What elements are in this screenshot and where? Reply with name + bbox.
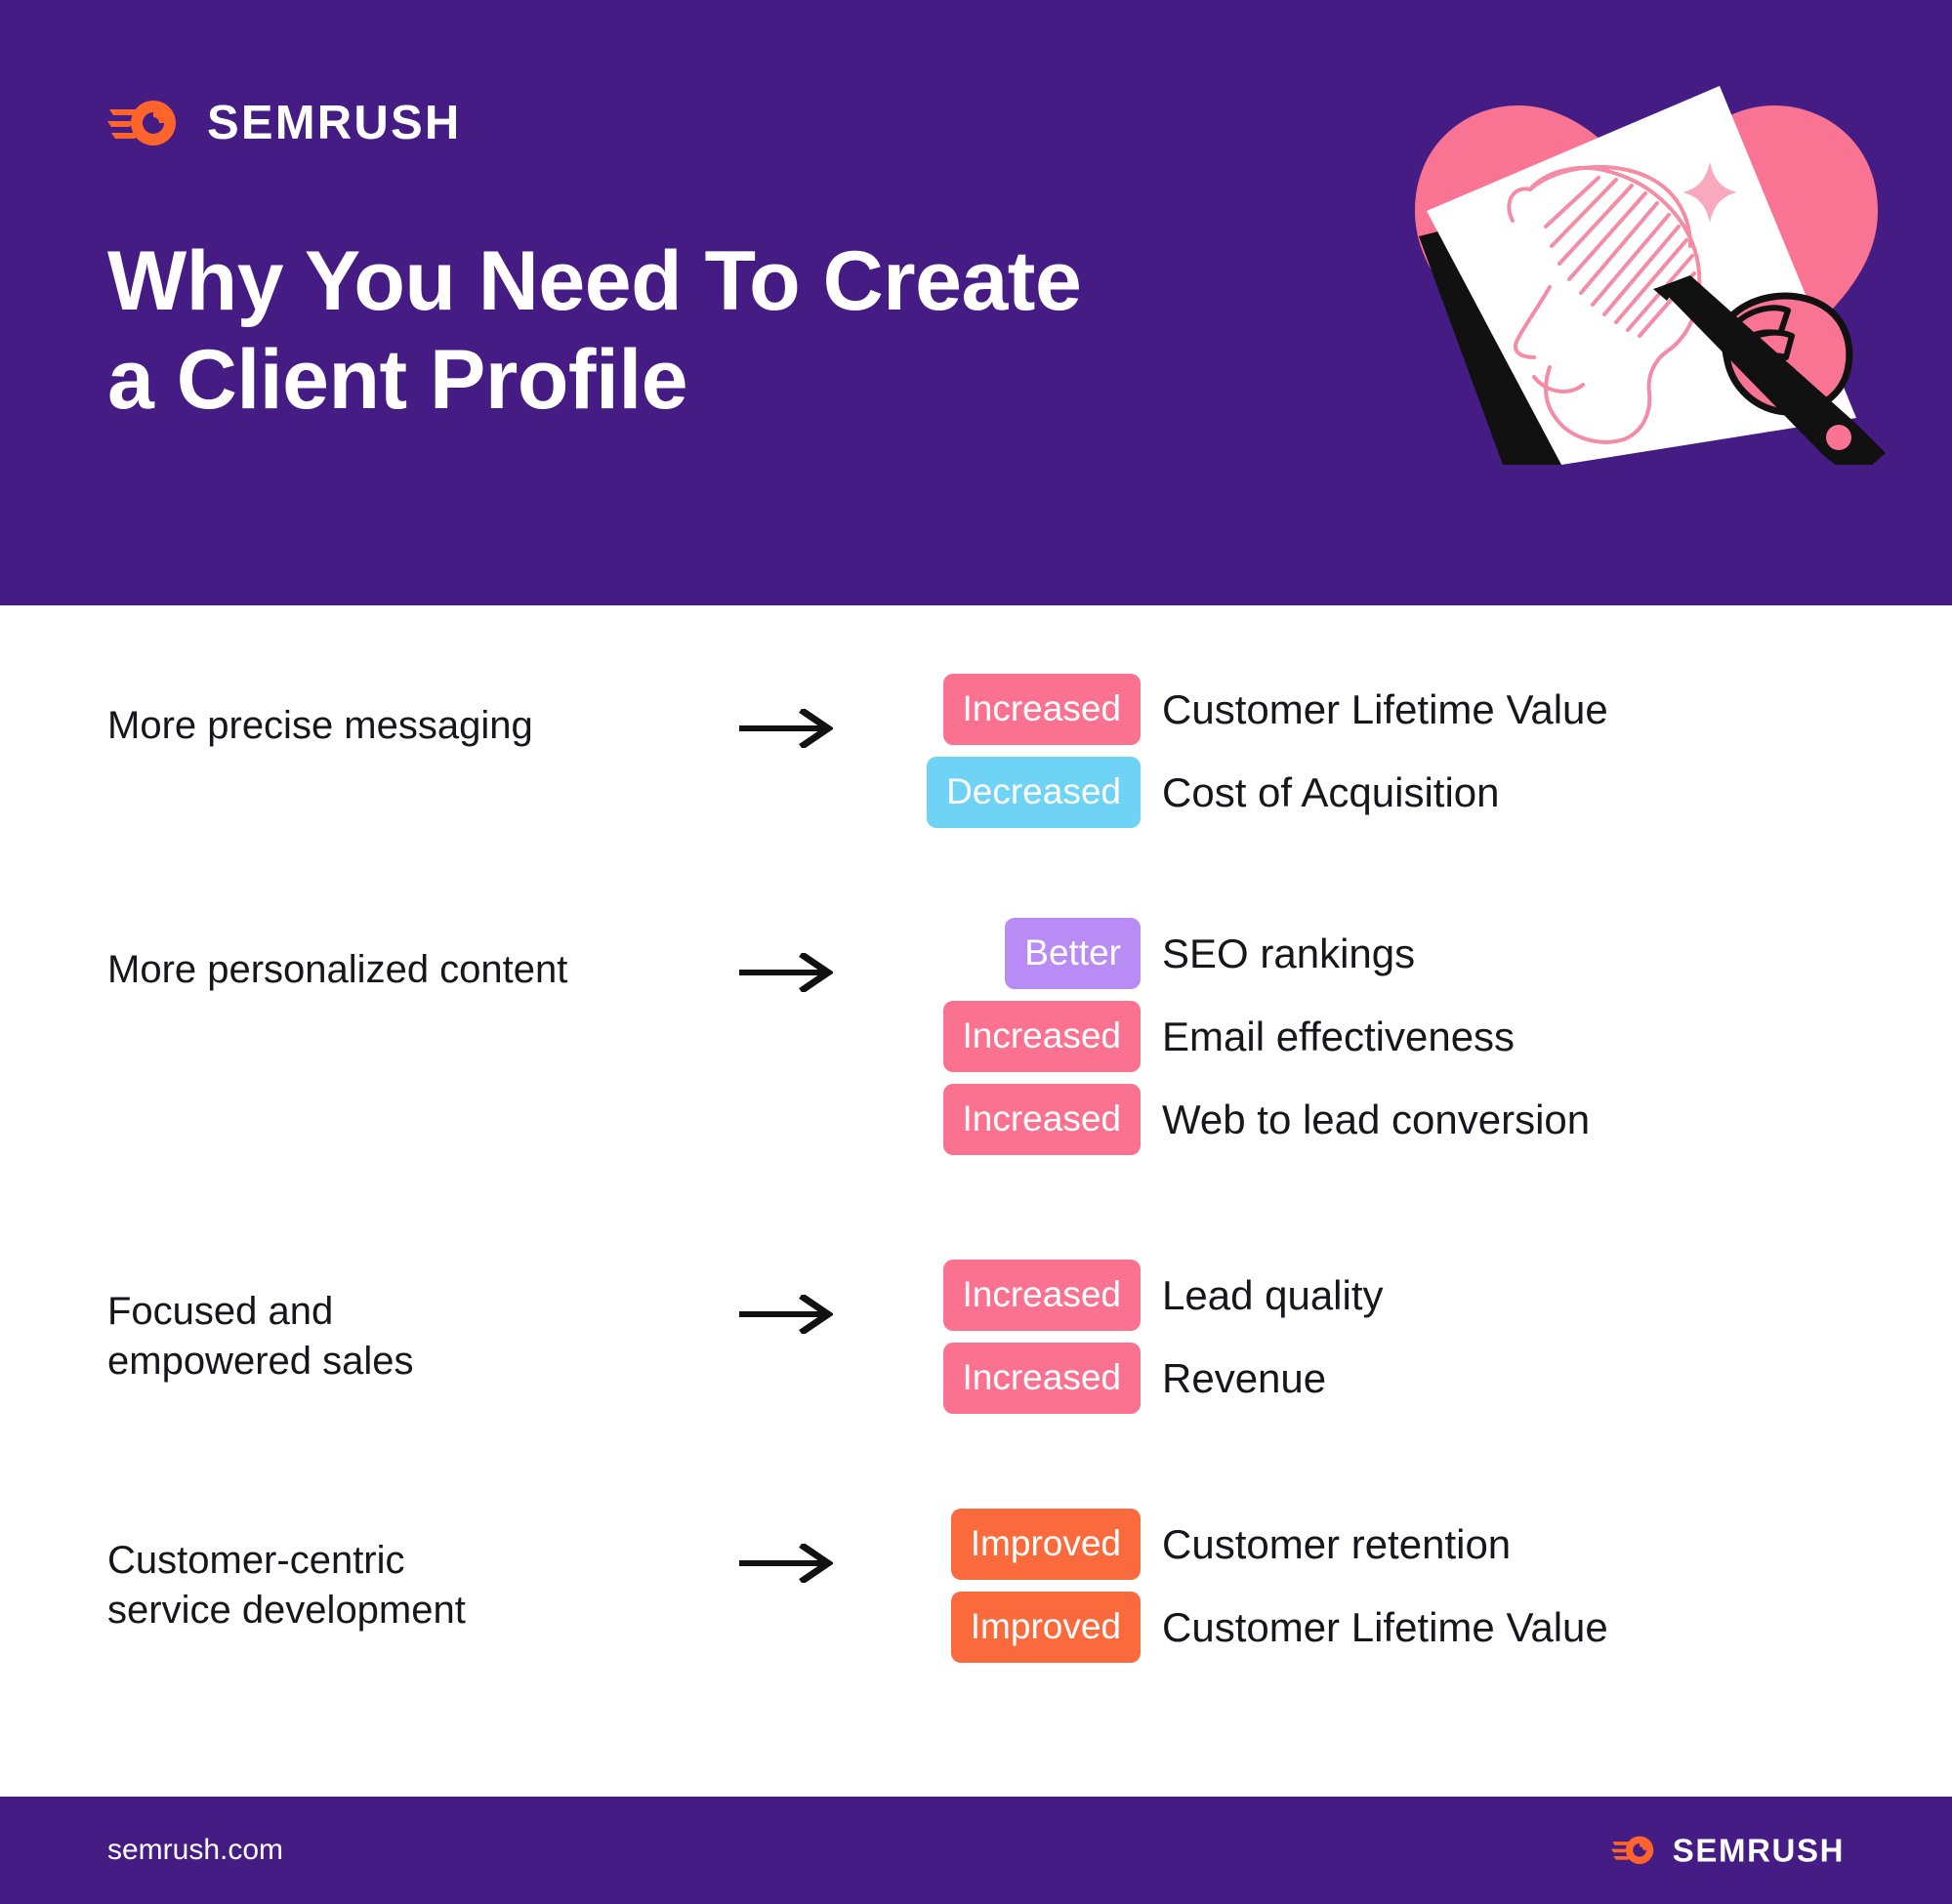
status-badge: Decreased	[927, 757, 1141, 828]
cause-line: service development	[107, 1589, 466, 1633]
badge-slot: Increased	[879, 674, 1141, 745]
semrush-wordmark: SEMRUSH	[207, 96, 462, 149]
badge-slot: Increased	[879, 1343, 1141, 1414]
benefit-group: More precise messaging Increased Custome…	[107, 674, 1826, 828]
cause-line: Customer-centric	[107, 1539, 405, 1582]
effect-label: SEO rankings	[1162, 930, 1416, 976]
arrow-right-icon	[693, 674, 879, 748]
benefit-group: More personalized content Better SEO ran…	[107, 918, 1826, 1155]
effects-list: Improved Customer retention Improved Cus…	[879, 1509, 1826, 1663]
page-title-line-1: Why You Need To Create	[107, 234, 1082, 328]
page-title: Why You Need To Create a Client Profile	[107, 232, 1142, 429]
effect-label: Customer Lifetime Value	[1162, 1603, 1608, 1650]
status-badge: Better	[1005, 918, 1141, 989]
badge-slot: Decreased	[879, 757, 1141, 828]
cause-label: Focused and empowered sales	[107, 1260, 693, 1387]
effect-item: Increased Customer Lifetime Value	[879, 674, 1826, 745]
effect-item: Increased Revenue	[879, 1343, 1826, 1414]
status-badge: Increased	[942, 1343, 1141, 1414]
cause-label: More personalized content	[107, 918, 693, 995]
status-badge: Improved	[950, 1509, 1141, 1580]
cause-line: empowered sales	[107, 1340, 414, 1384]
status-badge: Increased	[942, 1001, 1141, 1072]
effect-item: Better SEO rankings	[879, 918, 1826, 989]
effect-label: Revenue	[1162, 1354, 1327, 1401]
status-badge: Increased	[942, 674, 1141, 745]
benefit-group: Customer-centric service development Imp…	[107, 1509, 1826, 1663]
effect-item: Increased Lead quality	[879, 1260, 1826, 1331]
content-area: More precise messaging Increased Custome…	[0, 605, 1952, 1797]
hand-drawing-client-profile-illustration	[1397, 55, 1895, 465]
status-badge: Improved	[950, 1592, 1141, 1663]
effects-list: Increased Customer Lifetime Value Decrea…	[879, 674, 1826, 828]
footer-semrush-logo[interactable]: SEMRUSH	[1610, 1832, 1845, 1869]
cause-line: More personalized content	[107, 948, 568, 991]
semrush-comet-logo-icon	[1610, 1834, 1657, 1868]
cause-label: Customer-centric service development	[107, 1509, 693, 1635]
effect-label: Lead quality	[1162, 1271, 1384, 1318]
effect-item: Decreased Cost of Acquisition	[879, 757, 1826, 828]
effect-item: Improved Customer retention	[879, 1509, 1826, 1580]
arrow-right-icon	[693, 918, 879, 992]
effect-item: Improved Customer Lifetime Value	[879, 1592, 1826, 1663]
badge-slot: Increased	[879, 1260, 1141, 1331]
cause-line: More precise messaging	[107, 704, 533, 747]
status-badge: Increased	[942, 1260, 1141, 1331]
effect-label: Customer retention	[1162, 1520, 1512, 1567]
cause-line: Focused and	[107, 1290, 334, 1333]
footer-website-url[interactable]: semrush.com	[107, 1836, 283, 1865]
infographic-page: SEMRUSH Why You Need To Create a Client …	[0, 0, 1952, 1904]
semrush-logo[interactable]: SEMRUSH	[107, 96, 461, 150]
page-title-line-2: a Client Profile	[107, 332, 688, 427]
semrush-comet-logo-icon	[107, 96, 182, 150]
badge-slot: Increased	[879, 1001, 1141, 1072]
effect-item: Increased Web to lead conversion	[879, 1084, 1826, 1155]
footer-bar: semrush.com SEMRUSH	[0, 1797, 1952, 1904]
effects-list: Increased Lead quality Increased Revenue	[879, 1260, 1826, 1414]
effect-label: Web to lead conversion	[1162, 1096, 1591, 1142]
effect-item: Increased Email effectiveness	[879, 1001, 1826, 1072]
effect-label: Customer Lifetime Value	[1162, 685, 1608, 732]
badge-slot: Improved	[879, 1509, 1141, 1580]
effect-label: Email effectiveness	[1162, 1013, 1516, 1059]
arrow-right-icon	[693, 1260, 879, 1334]
effect-label: Cost of Acquisition	[1162, 768, 1500, 815]
footer-semrush-wordmark: SEMRUSH	[1672, 1832, 1845, 1869]
cause-label: More precise messaging	[107, 674, 693, 751]
badge-slot: Improved	[879, 1592, 1141, 1663]
badge-slot: Increased	[879, 1084, 1141, 1155]
effects-list: Better SEO rankings Increased Email effe…	[879, 918, 1826, 1155]
header-banner: SEMRUSH Why You Need To Create a Client …	[0, 0, 1952, 605]
badge-slot: Better	[879, 918, 1141, 989]
benefit-group: Focused and empowered sales Increased Le…	[107, 1260, 1826, 1414]
status-badge: Increased	[942, 1084, 1141, 1155]
arrow-right-icon	[693, 1509, 879, 1583]
